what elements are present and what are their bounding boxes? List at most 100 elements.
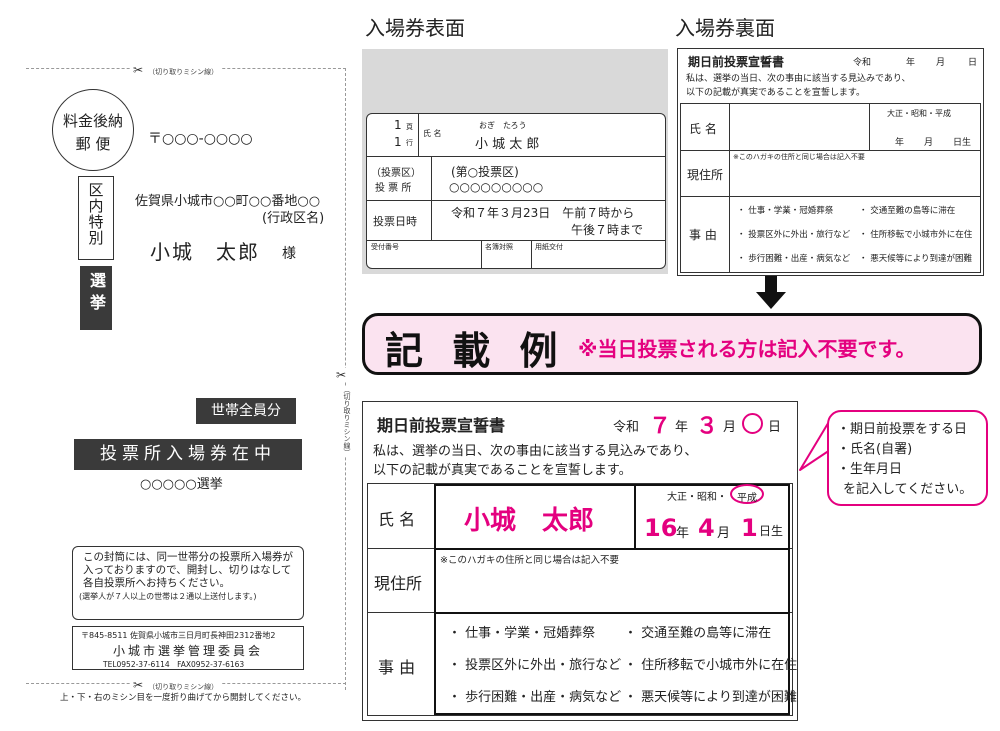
back-name-label: 氏 名 (689, 122, 717, 136)
back-month: 月 (936, 58, 946, 68)
time-value: 午後７時まで (571, 223, 644, 237)
scissors-icon: ✂ (133, 678, 144, 692)
sender-phone: TEL0952-37-6114 FAX0952-37-6163 (103, 660, 245, 669)
callout-box: ・期日前投票をする日 ・氏名(自署) ・生年月日 を記入してください。 (827, 410, 988, 506)
ex-year-value: ７ (649, 414, 672, 439)
ex-reason-1: ・ 交通至難の島等に滞在 (624, 626, 772, 641)
back-reason-label: 事 由 (689, 228, 717, 242)
front-ticket-card: 1 頁 1 行 氏 名 おぎ たろう 小 城 太 郎 （投票区） 投 票 所 (… (366, 113, 666, 269)
back-eras: 大正・昭和・平成 (887, 109, 951, 118)
name-label: 氏 名 (423, 129, 442, 138)
ex-day-label: 日 (768, 420, 782, 435)
callout-line3: ・生年月日 (837, 462, 903, 477)
back-reason-1: ・ 交通至難の島等に滞在 (859, 206, 956, 216)
ex-reason-label: 事 由 (378, 658, 416, 677)
scissors-icon: ✂ (336, 368, 347, 382)
footer-col1: 受付番号 (371, 243, 399, 251)
ex-era: 令和 (613, 420, 640, 435)
ex-reason-4: ・ 歩行困難・出産・病気など (448, 690, 622, 705)
ex-title: 期日前投票宣誓書 (377, 416, 506, 435)
ex-reason-5: ・ 悪天候等により到達が困難 (624, 690, 797, 705)
ex-birth-month-value: 4 (698, 514, 715, 542)
date-value: 令和７年３月23日 午前７時から (451, 206, 635, 220)
ex-birth-year-value: 16 (644, 514, 678, 542)
back-heading: 入場券裏面 (675, 16, 775, 40)
place-label: 投 票 所 (375, 183, 412, 194)
ex-birth-month-label: 月 (717, 526, 731, 541)
zip-code: 〒○○○-○○○○ (148, 131, 253, 147)
district-mark: 区内特別 (78, 176, 114, 260)
sender-address: 〒845-8511 佐賀県小城市三日月町長神田2312番地2 (81, 631, 276, 640)
callout-line1: ・期日前投票をする日 (837, 422, 968, 437)
back-year: 年 (906, 58, 916, 68)
line-num: 1 (394, 135, 402, 149)
household-label: 世帯全員分 (196, 398, 296, 424)
ex-name-value: 小城 太郎 (464, 506, 595, 536)
ex-day-circle (742, 413, 763, 434)
envelope: ✂ （切り取りミシン線） ✂ （切り取りミシン線） ✂ （切り取りミシン線） 料… (0, 0, 357, 731)
sender-box: 〒845-8511 佐賀県小城市三日月町長神田2312番地2 小城市選挙管理委員… (72, 626, 304, 670)
footer-col2: 名簿対照 (485, 243, 513, 251)
back-reason-5: ・ 悪天候等により到達が困難 (859, 254, 973, 264)
back-address-label: 現住所 (687, 168, 724, 182)
cut-line-label-top: （切り取りミシン線） (148, 68, 219, 76)
back-reason-0: ・ 仕事・学業・冠婚葬祭 (737, 206, 834, 216)
back-reason-4: ・ 歩行困難・出産・病気など (737, 254, 851, 264)
ex-eras-prefix: 大正・昭和・ (667, 492, 727, 503)
notice-note: (選挙人が７人以上の世帯は２通以上送付します。) (79, 592, 257, 601)
ticket-enclosed: 投票所入場券在中 (74, 439, 302, 470)
ex-birth-day-value: 1 (741, 514, 758, 542)
back-era: 令和 (853, 58, 872, 68)
ex-name-label: 氏 名 (378, 510, 416, 529)
ex-reason-2: ・ 投票区外に外出・旅行など (448, 658, 622, 673)
callout-line2: ・氏名(自署) (837, 442, 913, 457)
notice-text: この封筒には、同一世帯分の投票所入場券が入っておりますので、開封し、切りはなして… (83, 551, 293, 589)
front-ticket-bg: 1 頁 1 行 氏 名 おぎ たろう 小 城 太 郎 （投票区） 投 票 所 (… (362, 49, 668, 274)
back-intro1: 私は、選挙の当日、次の事由に該当する見込みであり、 (686, 74, 911, 84)
page-label: 頁 (406, 123, 413, 131)
ex-address-label: 現住所 (374, 574, 423, 593)
honorific: 様 (282, 246, 296, 262)
back-reason-2: ・ 投票区外に外出・旅行など (737, 230, 851, 240)
furigana: おぎ たろう (479, 121, 527, 130)
banner-note: ※当日投票される方は記入不要です。 (578, 337, 916, 361)
ex-era-circled: 平成 (730, 484, 764, 504)
ex-reason-3: ・ 住所移転で小城市外に在住 (624, 658, 798, 673)
back-intro2: 以下の記載が真実であることを宣誓します。 (686, 88, 866, 98)
ex-year-label: 年 (675, 420, 689, 435)
election-name: ○○○○○選挙 (140, 477, 223, 492)
ex-intro2: 以下の記載が真実であることを宣誓します。 (373, 463, 632, 478)
ex-birth-day-label: 日生 (759, 524, 784, 538)
line-label: 行 (406, 139, 413, 147)
place-value: ○○○○○○○○○ (449, 180, 544, 194)
example-banner: 記 載 例 ※当日投票される方は記入不要です。 (362, 313, 982, 375)
back-day: 日 (968, 58, 978, 68)
ex-address-note: ※このハガキの住所と同じ場合は記入不要 (440, 555, 619, 566)
postage-line1: 料金後納 (62, 112, 123, 130)
bottom-instruction: 上・下・右のミシン目を一度折り曲げてから開封してください。 (60, 693, 306, 703)
ex-month-value: ３ (696, 414, 719, 439)
date-label: 投票日時 (373, 215, 417, 228)
sender-name: 小城市選挙管理委員会 (112, 644, 263, 658)
example-form: 期日前投票宣誓書 令和 ７ 年 ３ 月 日 私は、選挙の当日、次の事由に該当する… (362, 401, 798, 721)
back-birth-day: 日生 (953, 138, 972, 148)
arrow-down-icon (754, 276, 788, 314)
ex-era-circled-text: 平成 (737, 493, 757, 504)
cut-line-label-bottom: （切り取りミシン線） (148, 683, 219, 691)
page-num: 1 (394, 118, 402, 132)
district-value: (第○投票区) (451, 165, 519, 179)
back-address-note: ※このハガキの住所と同じ場合は記入不要 (733, 153, 865, 161)
callout-line4: を記入してください。 (843, 482, 973, 497)
recipient-name: 小城 太郎 (150, 240, 260, 264)
postage-line2: 郵 便 (75, 135, 111, 153)
postage-stamp: 料金後納 郵 便 (52, 89, 134, 171)
ex-birth-year-label: 年 (676, 526, 690, 541)
banner-title: 記 載 例 (385, 329, 566, 373)
back-birth-month: 月 (924, 138, 934, 148)
back-ticket: 期日前投票宣誓書 令和 年 月 日 私は、選挙の当日、次の事由に該当する見込みで… (677, 48, 984, 276)
back-birth-year: 年 (895, 138, 905, 148)
scissors-icon: ✂ (133, 63, 144, 77)
front-heading: 入場券表面 (365, 16, 465, 40)
back-reason-3: ・ 住所移転で小城市外に在住 (859, 230, 973, 240)
name: 小 城 太 郎 (475, 137, 540, 152)
